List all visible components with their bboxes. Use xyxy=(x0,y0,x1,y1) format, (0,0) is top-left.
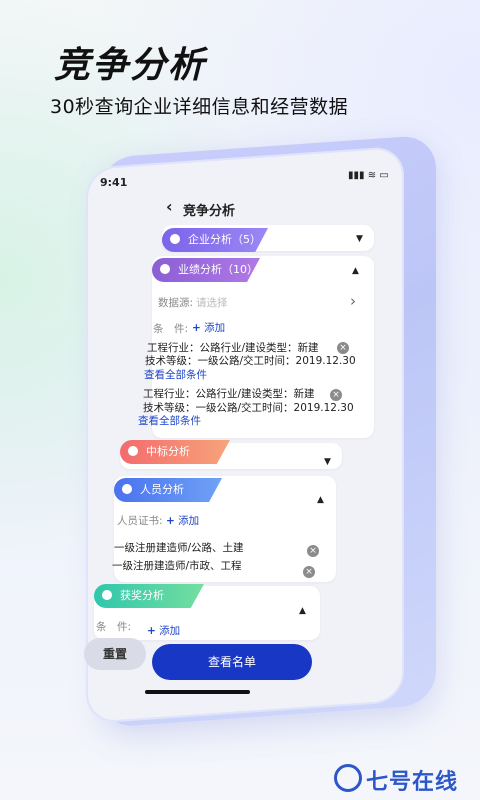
chevron-down-icon[interactable]: ▼ xyxy=(324,457,331,467)
chevron-up-icon[interactable]: ▲ xyxy=(352,266,359,276)
data-source-select[interactable]: 请选择 xyxy=(196,295,228,310)
chevron-up-icon[interactable]: ▲ xyxy=(317,495,324,505)
reset-button[interactable]: 重置 xyxy=(84,638,146,670)
close-icon[interactable]: × xyxy=(330,389,342,401)
bidding-analysis-label: 中标分析 xyxy=(146,445,190,458)
condition-label: 条 件: xyxy=(96,621,132,633)
chevron-down-icon[interactable]: ▼ xyxy=(356,234,363,244)
status-time: 9:41 xyxy=(100,176,128,189)
promo-subtitle: 30秒查询企业详细信息和经营数据 xyxy=(50,96,349,118)
view-all-conditions-link[interactable]: 查看全部条件 xyxy=(144,367,207,382)
personnel-analysis-tag: 人员分析 xyxy=(114,478,222,502)
cert-item: 一级注册建造师/市政、工程 xyxy=(112,560,242,572)
performance-analysis-tag: 业绩分析（10） xyxy=(152,258,260,282)
close-icon[interactable]: × xyxy=(303,566,315,578)
chevron-right-icon[interactable]: › xyxy=(350,292,356,310)
add-condition-button[interactable]: + 添加 xyxy=(192,320,225,335)
bidding-analysis-tag: 中标分析 xyxy=(120,440,230,464)
data-source-label: 数据源: xyxy=(158,297,194,309)
view-list-button[interactable]: 查看名单 xyxy=(152,644,312,680)
condition-line: 工程行业：公路行业/建设类型：新建 xyxy=(143,388,315,400)
personnel-analysis-label: 人员分析 xyxy=(140,483,184,496)
condition-label: 条 件: xyxy=(153,323,189,335)
watermark-text: 七号在线 xyxy=(366,770,459,795)
enterprise-analysis-label: 企业分析（5） xyxy=(188,233,261,246)
page-title: 竞争分析 xyxy=(183,204,236,219)
add-award-condition-label: 添加 xyxy=(159,625,181,637)
plus-icon: + xyxy=(166,515,175,527)
add-award-condition-button[interactable]: + 添加 xyxy=(147,623,180,638)
promo-title: 竞争分析 xyxy=(54,45,207,86)
home-indicator xyxy=(145,690,250,694)
close-icon[interactable]: × xyxy=(307,545,319,557)
add-cert-label: 添加 xyxy=(178,515,200,527)
search-icon xyxy=(334,764,362,792)
performance-analysis-label: 业绩分析（10） xyxy=(178,263,258,276)
add-cert-button[interactable]: + 添加 xyxy=(166,513,199,528)
status-icons: ▮▮▮ ≋ ▭ xyxy=(348,170,389,181)
cert-label: 人员证书: xyxy=(117,515,163,527)
chevron-up-icon[interactable]: ▲ xyxy=(299,606,306,616)
condition-line: 技术等级：一级公路/交工时间：2019.12.30 xyxy=(145,355,356,367)
awards-analysis-label: 获奖分析 xyxy=(120,589,164,602)
view-all-conditions-link[interactable]: 查看全部条件 xyxy=(138,413,201,428)
close-icon[interactable]: × xyxy=(337,342,349,354)
cert-item: 一级注册建造师/公路、土建 xyxy=(114,542,244,554)
enterprise-analysis-tag: 企业分析（5） xyxy=(162,228,268,252)
awards-analysis-tag: 获奖分析 xyxy=(94,584,204,608)
add-condition-label: 添加 xyxy=(204,322,226,334)
plus-icon: + xyxy=(192,322,201,334)
back-icon[interactable]: ‹ xyxy=(166,197,173,216)
plus-icon: + xyxy=(147,625,156,637)
